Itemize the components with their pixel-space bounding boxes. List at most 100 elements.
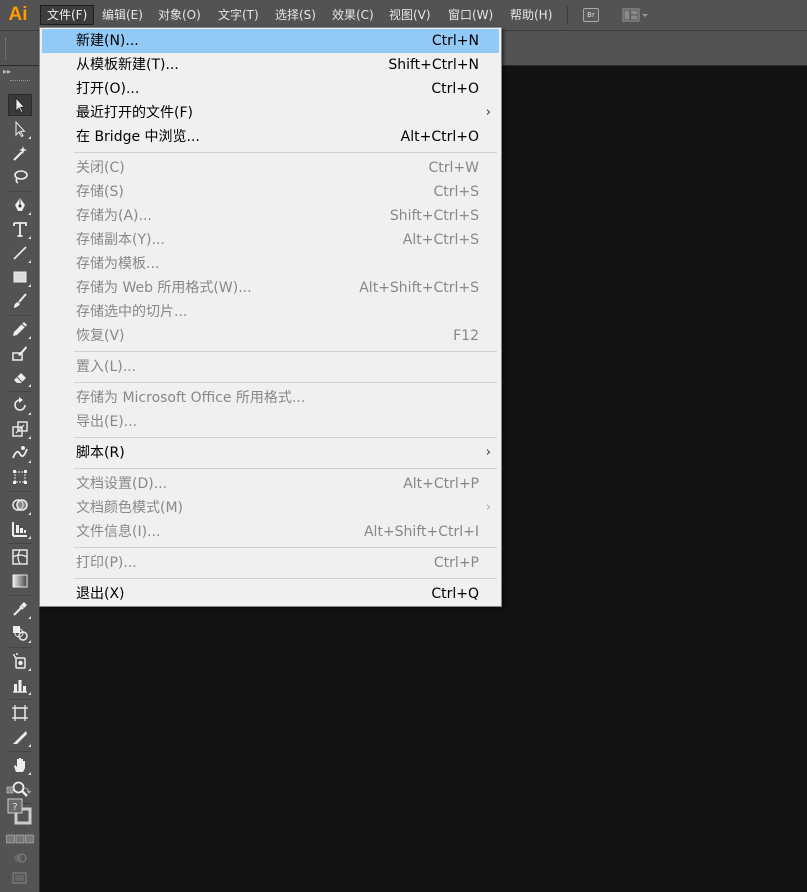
menu-item-label: 存储(S): [76, 184, 124, 200]
menu-item-shortcut: Ctrl+W: [428, 160, 479, 176]
blob-brush-tool-icon[interactable]: [8, 342, 32, 364]
artboard-tool-icon[interactable]: [8, 702, 32, 724]
bridge-button[interactable]: Br: [583, 8, 599, 22]
menu-item-print[interactable]: 打印(P)... Ctrl+P: [42, 551, 499, 575]
menu-item-save-a-copy[interactable]: 存储副本(Y)... Alt+Ctrl+S: [42, 228, 499, 252]
menu-item-browse-in-bridge[interactable]: 在 Bridge 中浏览... Alt+Ctrl+O: [42, 125, 499, 149]
menu-item-open[interactable]: 打开(O)... Ctrl+O: [42, 77, 499, 101]
control-bar-grip[interactable]: [5, 38, 8, 60]
tool-divider: [8, 595, 32, 596]
menu-item-label: 关闭(C): [76, 160, 125, 176]
direct-selection-tool-icon[interactable]: [8, 118, 32, 140]
menu-type[interactable]: 文字(T): [212, 5, 265, 25]
lasso-tool-icon[interactable]: [8, 166, 32, 188]
hand-tool-icon[interactable]: [8, 754, 32, 776]
menu-item-label: 文档设置(D)...: [76, 476, 168, 492]
menu-item-shortcut: Alt+Ctrl+S: [402, 232, 479, 248]
rotate-tool-icon[interactable]: [8, 394, 32, 416]
warp-tool-icon[interactable]: [8, 442, 32, 464]
menu-item-revert[interactable]: 恢复(V) F12: [42, 324, 499, 348]
menu-item-label: 在 Bridge 中浏览...: [76, 129, 200, 145]
illustrator-logo: Ai: [8, 4, 28, 25]
menu-item-shortcut: Ctrl+Q: [431, 586, 479, 602]
menu-item-scripts[interactable]: 脚本(R) ›: [42, 441, 499, 465]
menu-item-label: 存储选中的切片...: [76, 304, 188, 320]
menu-item-label: 存储副本(Y)...: [76, 232, 165, 248]
default-colors-icon[interactable]: [6, 782, 34, 794]
menu-window[interactable]: 窗口(W): [442, 5, 499, 25]
menu-separator: [74, 351, 497, 352]
paintbrush-tool-icon[interactable]: [8, 290, 32, 312]
tool-divider: [8, 191, 32, 192]
scale-tool-icon[interactable]: [8, 418, 32, 440]
menu-item-shortcut: Alt+Ctrl+O: [400, 129, 479, 145]
menu-item-place[interactable]: 置入(L)...: [42, 355, 499, 379]
menu-select[interactable]: 选择(S): [269, 5, 322, 25]
tool-divider: [8, 391, 32, 392]
menu-item-label: 退出(X): [76, 586, 125, 602]
menu-item-save-for-web[interactable]: 存储为 Web 所用格式(W)... Alt+Shift+Ctrl+S: [42, 276, 499, 300]
menu-item-save-as-template[interactable]: 存储为模板...: [42, 252, 499, 276]
menu-item-new-from-template[interactable]: 从模板新建(T)... Shift+Ctrl+N: [42, 53, 499, 77]
menu-object[interactable]: 对象(O): [152, 5, 207, 25]
menu-item-open-recent[interactable]: 最近打开的文件(F) ›: [42, 101, 499, 125]
menu-item-label: 导出(E)...: [76, 414, 138, 430]
menu-item-save-for-office[interactable]: 存储为 Microsoft Office 所用格式...: [42, 386, 499, 410]
selection-tool-icon[interactable]: [8, 94, 32, 116]
shape-builder-tool-icon[interactable]: [8, 494, 32, 516]
menu-item-shortcut: Alt+Shift+Ctrl+I: [363, 524, 479, 540]
menu-item-export[interactable]: 导出(E)...: [42, 410, 499, 434]
blend-tool-icon[interactable]: [8, 622, 32, 644]
menu-item-new[interactable]: 新建(N)... Ctrl+N: [42, 29, 499, 53]
menu-item-label: 打开(O)...: [76, 81, 140, 97]
tool-divider: [8, 543, 32, 544]
menu-item-close[interactable]: 关闭(C) Ctrl+W: [42, 156, 499, 180]
submenu-arrow-icon: ›: [485, 105, 491, 120]
eyedropper-tool-icon[interactable]: [8, 598, 32, 620]
pen-tool-icon[interactable]: [8, 194, 32, 216]
submenu-arrow-icon: ›: [485, 445, 491, 460]
menu-item-save[interactable]: 存储(S) Ctrl+S: [42, 180, 499, 204]
rectangle-tool-icon[interactable]: [8, 266, 32, 288]
menu-item-label: 置入(L)...: [76, 359, 137, 375]
menu-item-document-color-mode[interactable]: 文档颜色模式(M) ›: [42, 496, 499, 520]
menu-view[interactable]: 视图(V): [383, 5, 437, 25]
menu-item-label: 从模板新建(T)...: [76, 57, 179, 73]
menu-effect[interactable]: 效果(C): [326, 5, 380, 25]
menu-item-document-setup[interactable]: 文档设置(D)... Alt+Ctrl+P: [42, 472, 499, 496]
menu-item-shortcut: Ctrl+P: [433, 555, 479, 571]
menu-item-exit[interactable]: 退出(X) Ctrl+Q: [42, 582, 499, 606]
collapse-panel-icon[interactable]: ▸▸: [3, 68, 11, 76]
screen-mode-icon[interactable]: [12, 870, 28, 884]
type-tool-icon[interactable]: [8, 218, 32, 240]
symbol-sprayer-tool-icon[interactable]: [8, 650, 32, 672]
column-graph-tool-icon[interactable]: [8, 674, 32, 696]
menu-separator: [74, 547, 497, 548]
menu-item-save-selected-slices[interactable]: 存储选中的切片...: [42, 300, 499, 324]
menu-item-save-as[interactable]: 存储为(A)... Shift+Ctrl+S: [42, 204, 499, 228]
menu-item-file-info[interactable]: 文件信息(I)... Alt+Shift+Ctrl+I: [42, 520, 499, 544]
gradient-tool-icon[interactable]: [8, 570, 32, 592]
color-mode-buttons[interactable]: [6, 830, 34, 844]
workspace-switcher-icon[interactable]: [622, 8, 650, 23]
magic-wand-tool-icon[interactable]: [8, 142, 32, 164]
perspective-grid-tool-icon[interactable]: [8, 518, 32, 540]
menu-item-shortcut: Shift+Ctrl+N: [388, 57, 479, 73]
tool-divider: [8, 647, 32, 648]
mesh-tool-icon[interactable]: [8, 546, 32, 568]
eraser-tool-icon[interactable]: [8, 366, 32, 388]
menu-separator: [74, 468, 497, 469]
panel-grip[interactable]: [10, 80, 30, 84]
menu-help[interactable]: 帮助(H): [504, 5, 558, 25]
pencil-tool-icon[interactable]: [8, 318, 32, 340]
fill-stroke-swatch[interactable]: ?: [7, 798, 33, 826]
menu-item-label: 打印(P)...: [76, 555, 137, 571]
free-transform-tool-icon[interactable]: [8, 466, 32, 488]
menu-edit[interactable]: 编辑(E): [96, 5, 149, 25]
line-segment-tool-icon[interactable]: [8, 242, 32, 264]
file-menu-dropdown: 新建(N)... Ctrl+N 从模板新建(T)... Shift+Ctrl+N…: [39, 27, 502, 607]
menu-file[interactable]: 文件(F): [40, 5, 95, 25]
slice-tool-icon[interactable]: [8, 726, 32, 748]
drawing-mode-icon[interactable]: [12, 850, 28, 864]
menu-item-shortcut: Ctrl+S: [433, 184, 479, 200]
